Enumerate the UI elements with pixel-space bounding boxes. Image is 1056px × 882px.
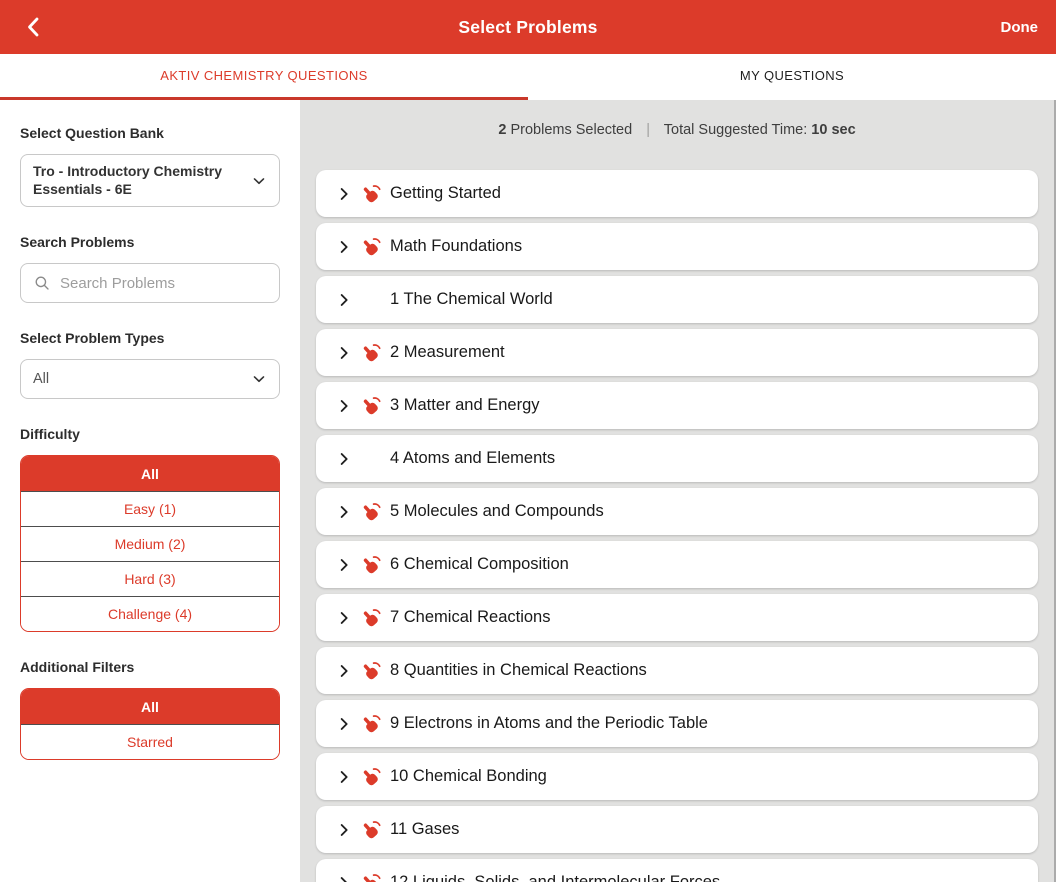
question-bank-value: Tro - Introductory Chemistry Essentials …	[33, 163, 245, 198]
done-button[interactable]: Done	[1001, 19, 1039, 36]
difficulty-option-challenge-4[interactable]: Challenge (4)	[21, 596, 279, 631]
chapter-title: Math Foundations	[390, 237, 522, 256]
chapter-row[interactable]: Getting Started	[316, 170, 1038, 217]
tap-hand-icon	[360, 765, 384, 789]
page-title: Select Problems	[0, 17, 1056, 38]
tap-hand-icon	[360, 182, 384, 206]
difficulty-option-easy-1[interactable]: Easy (1)	[21, 491, 279, 526]
selection-summary: 2 Problems Selected | Total Suggested Ti…	[300, 100, 1054, 138]
difficulty-option-all[interactable]: All	[21, 456, 279, 491]
chapter-row[interactable]: 1 The Chemical World	[316, 276, 1038, 323]
tap-hand-icon	[360, 235, 384, 259]
chapter-title: 1 The Chemical World	[390, 290, 553, 309]
chapter-row[interactable]: 6 Chemical Composition	[316, 541, 1038, 588]
problem-browser: 2 Problems Selected | Total Suggested Ti…	[300, 100, 1054, 882]
chapter-title: 11 Gases	[390, 820, 459, 839]
selected-count: 2	[498, 122, 506, 138]
chapter-row[interactable]: 12 Liquids, Solids, and Intermolecular F…	[316, 859, 1038, 882]
time-label: Total Suggested Time:	[664, 122, 807, 138]
tab-bar: AKTIV CHEMISTRY QUESTIONS MY QUESTIONS	[0, 54, 1056, 100]
search-problems-label: Search Problems	[20, 234, 280, 250]
chapter-row[interactable]: 4 Atoms and Elements	[316, 435, 1038, 482]
tap-hand-icon	[360, 659, 384, 683]
additional-filters-group: AllStarred	[20, 688, 280, 760]
additional-filter-option-all[interactable]: All	[21, 689, 279, 724]
chapter-title: 6 Chemical Composition	[390, 555, 569, 574]
difficulty-option-hard-3[interactable]: Hard (3)	[21, 561, 279, 596]
tab-aktiv-chemistry-questions[interactable]: AKTIV CHEMISTRY QUESTIONS	[0, 54, 528, 100]
problem-types-select[interactable]: All	[20, 359, 280, 399]
chapter-title: 5 Molecules and Compounds	[390, 502, 604, 521]
chapter-row[interactable]: 10 Chemical Bonding	[316, 753, 1038, 800]
chapter-row[interactable]: 7 Chemical Reactions	[316, 594, 1038, 641]
chapter-row[interactable]: 9 Electrons in Atoms and the Periodic Ta…	[316, 700, 1038, 747]
chapter-list: Getting Started Math Foundations	[300, 170, 1054, 882]
difficulty-option-medium-2[interactable]: Medium (2)	[21, 526, 279, 561]
back-button[interactable]	[18, 11, 50, 43]
chapter-title: 10 Chemical Bonding	[390, 767, 547, 786]
tap-hand-icon	[360, 606, 384, 630]
difficulty-filter-group: AllEasy (1)Medium (2)Hard (3)Challenge (…	[20, 455, 280, 632]
chevron-right-icon	[336, 186, 352, 202]
chevron-right-icon	[336, 822, 352, 838]
chapter-row[interactable]: 8 Quantities in Chemical Reactions	[316, 647, 1038, 694]
chapter-row[interactable]: 5 Molecules and Compounds	[316, 488, 1038, 535]
chevron-right-icon	[336, 451, 352, 467]
select-problems-screen: Select Problems Done AKTIV CHEMISTRY QUE…	[0, 0, 1056, 882]
chapter-title: 8 Quantities in Chemical Reactions	[390, 661, 647, 680]
tap-hand-icon	[360, 553, 384, 577]
tap-hand-icon	[360, 712, 384, 736]
chapter-title: 12 Liquids, Solids, and Intermolecular F…	[390, 873, 720, 882]
additional-filter-option-starred[interactable]: Starred	[21, 724, 279, 759]
filter-sidebar: Select Question Bank Tro - Introductory …	[0, 100, 300, 882]
search-icon	[33, 274, 51, 292]
question-bank-select[interactable]: Tro - Introductory Chemistry Essentials …	[20, 154, 280, 207]
summary-separator: |	[646, 122, 650, 138]
search-input[interactable]	[60, 275, 267, 292]
problem-types-value: All	[33, 371, 49, 387]
chapter-title: 3 Matter and Energy	[390, 396, 540, 415]
problem-types-label: Select Problem Types	[20, 330, 280, 346]
chevron-right-icon	[336, 875, 352, 882]
chevron-down-icon	[250, 370, 268, 388]
chevron-right-icon	[336, 239, 352, 255]
difficulty-label: Difficulty	[20, 426, 280, 442]
tap-hand-icon	[360, 394, 384, 418]
additional-filters-label: Additional Filters	[20, 659, 280, 675]
chevron-left-icon	[22, 15, 46, 39]
chevron-down-icon	[250, 172, 268, 190]
chapter-row[interactable]: 3 Matter and Energy	[316, 382, 1038, 429]
selected-text: Problems Selected	[510, 122, 632, 138]
chapter-title: 2 Measurement	[390, 343, 505, 362]
chevron-right-icon	[336, 398, 352, 414]
tap-hand-icon	[360, 871, 384, 882]
tap-hand-icon	[360, 500, 384, 524]
tap-hand-icon	[360, 818, 384, 842]
chapter-title: 7 Chemical Reactions	[390, 608, 551, 627]
chevron-right-icon	[336, 716, 352, 732]
time-value: 10 sec	[811, 122, 855, 138]
app-header: Select Problems Done	[0, 0, 1056, 54]
chevron-right-icon	[336, 610, 352, 626]
chevron-right-icon	[336, 663, 352, 679]
tap-hand-icon	[360, 341, 384, 365]
chapter-row[interactable]: 11 Gases	[316, 806, 1038, 853]
tab-my-questions[interactable]: MY QUESTIONS	[528, 54, 1056, 100]
chevron-right-icon	[336, 292, 352, 308]
chevron-right-icon	[336, 769, 352, 785]
chapter-title: Getting Started	[390, 184, 501, 203]
chevron-right-icon	[336, 504, 352, 520]
chapter-title: 9 Electrons in Atoms and the Periodic Ta…	[390, 714, 708, 733]
chapter-title: 4 Atoms and Elements	[390, 449, 555, 468]
chapter-row[interactable]: Math Foundations	[316, 223, 1038, 270]
search-box	[20, 263, 280, 303]
chapter-row[interactable]: 2 Measurement	[316, 329, 1038, 376]
question-bank-label: Select Question Bank	[20, 125, 280, 141]
chevron-right-icon	[336, 557, 352, 573]
chevron-right-icon	[336, 345, 352, 361]
